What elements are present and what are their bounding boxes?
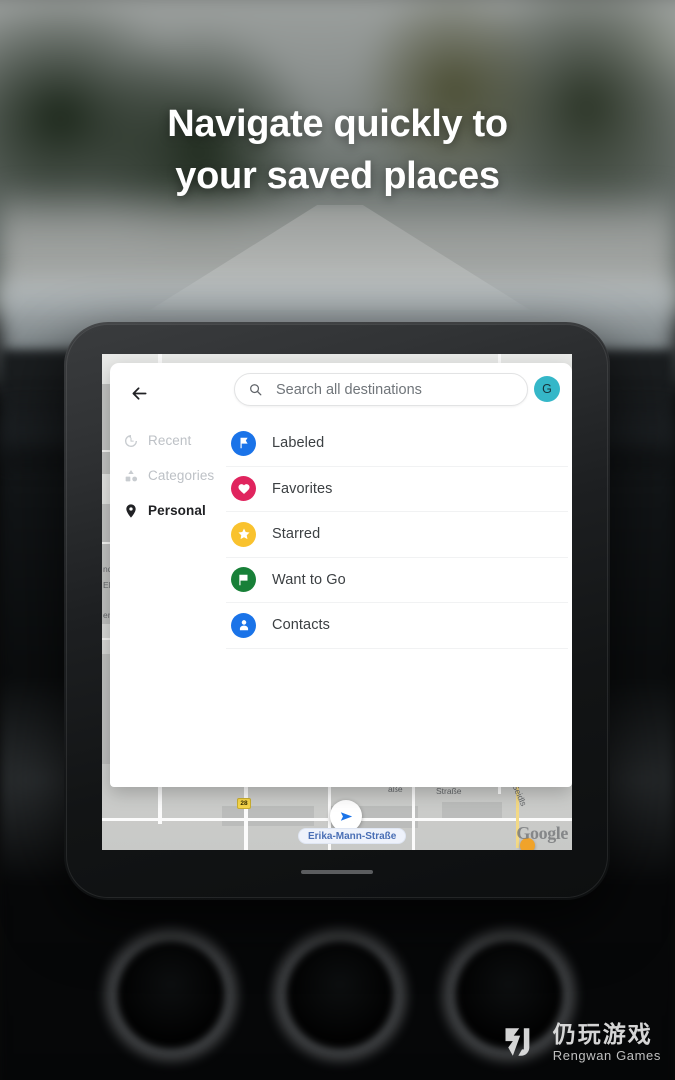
map-street-name: Straße — [436, 786, 462, 796]
panel-body: Recent Categories Personal Labeled Favor… — [110, 421, 572, 787]
back-arrow-icon — [132, 386, 146, 400]
sidebar-item-categories[interactable]: Categories — [110, 458, 226, 493]
sidebar-item-label: Personal — [148, 503, 206, 518]
car-tablet-device: 28 Straße Seidls aße ns en nd EN Erika-M… — [64, 322, 610, 900]
panel-sidebar: Recent Categories Personal — [110, 421, 226, 787]
sidebar-item-label: Categories — [148, 468, 215, 483]
home-indicator[interactable] — [301, 870, 373, 874]
navigation-arrow-icon — [340, 811, 352, 821]
star-icon — [231, 521, 256, 547]
watermark-cn: 仍玩游戏 — [552, 1022, 653, 1048]
avatar[interactable]: G — [534, 376, 560, 402]
headline-line-1: Navigate quickly to — [167, 103, 508, 145]
list-item-want-to-go[interactable]: Want to Go — [226, 558, 568, 603]
street-name-chip: Erika-Mann-Straße — [298, 828, 407, 844]
list-item-labeled[interactable]: Labeled — [226, 421, 568, 467]
knob-hole — [119, 943, 223, 1047]
label-flag-icon — [231, 430, 256, 456]
location-pin-icon — [123, 503, 139, 519]
list-item-contacts[interactable]: Contacts — [226, 603, 568, 649]
list-item-label: Favorites — [272, 480, 333, 497]
watermark-text: 仍玩游戏 Rengwan Games — [553, 1022, 661, 1064]
saved-places-panel: G Recent — [110, 363, 572, 787]
rengwan-logo-icon — [505, 1028, 530, 1056]
saved-places-list: Labeled Favorites Starred Want to Go Con… — [226, 421, 572, 787]
sidebar-item-personal[interactable]: Personal — [110, 493, 226, 528]
tablet-screen: 28 Straße Seidls aße ns en nd EN Erika-M… — [102, 354, 572, 850]
person-icon — [231, 612, 256, 638]
sidebar-item-label: Recent — [148, 433, 192, 448]
google-attribution: Google — [516, 823, 568, 843]
dashboard-knob-left — [108, 932, 234, 1058]
map-canvas[interactable]: 28 Straße Seidls aße ns en nd EN Erika-M… — [102, 354, 572, 850]
knob-hole — [288, 943, 392, 1047]
list-item-label: Labeled — [272, 435, 325, 452]
shapes-categories-icon — [123, 468, 139, 484]
list-item-starred[interactable]: Starred — [226, 512, 568, 558]
search-bar[interactable] — [234, 373, 528, 406]
search-icon — [250, 384, 262, 396]
list-item-label: Starred — [272, 526, 321, 543]
panel-topbar: G — [110, 363, 572, 421]
list-item-favorites[interactable]: Favorites — [226, 467, 568, 512]
headline-line-2: your saved places — [175, 155, 500, 197]
watermark-en: Rengwan Games — [552, 1048, 661, 1063]
back-button[interactable] — [122, 376, 156, 410]
watermark: 仍玩游戏 Rengwan Games — [500, 1020, 661, 1064]
history-clock-icon — [123, 433, 139, 449]
search-input[interactable] — [276, 381, 514, 398]
heart-icon — [231, 476, 256, 502]
headline: Navigate quickly to your saved places — [0, 98, 675, 202]
list-item-label: Want to Go — [272, 571, 346, 588]
flag-icon — [231, 567, 256, 593]
sidebar-item-recent[interactable]: Recent — [110, 423, 226, 458]
dashboard-knob-center — [277, 932, 403, 1058]
route-shield: 28 — [237, 798, 251, 809]
list-item-label: Contacts — [272, 617, 331, 634]
